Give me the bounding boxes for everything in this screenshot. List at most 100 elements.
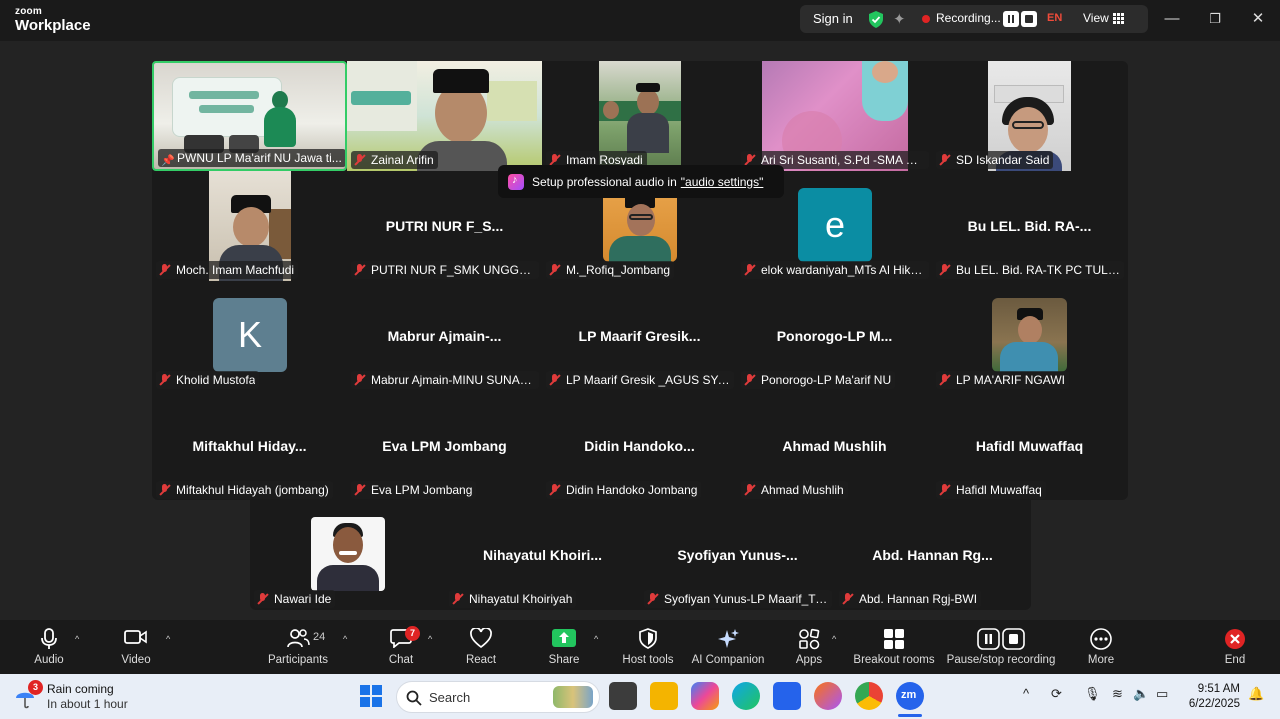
microsoft-store-icon[interactable] xyxy=(773,682,801,710)
participant-tile[interactable]: Eva LPM Jombang Eva LPM Jombang xyxy=(347,391,542,501)
apps-button[interactable]: Apps xyxy=(788,620,830,674)
sync-icon[interactable]: ⟳ xyxy=(1051,686,1062,702)
participant-name-display: Abd. Hannan Rg... xyxy=(872,547,993,563)
participant-label: M._Rofiq_Jombang xyxy=(546,261,675,279)
audio-options-chevron-icon[interactable]: ^ xyxy=(75,634,79,644)
battery-icon[interactable]: ▭ xyxy=(1156,686,1168,702)
video-options-chevron-icon[interactable]: ^ xyxy=(166,634,170,644)
participant-tile[interactable]: Zainal Arifin xyxy=(347,61,542,171)
participant-label: Didin Handoko Jombang xyxy=(546,481,702,499)
participant-tile[interactable]: Didin Handoko... Didin Handoko Jombang xyxy=(542,391,737,501)
host-tools-button[interactable]: Host tools xyxy=(620,620,676,674)
end-meeting-button[interactable]: End xyxy=(1214,620,1256,674)
participant-tile[interactable]: Nawari Ide xyxy=(250,500,445,610)
file-explorer-icon[interactable] xyxy=(650,682,678,710)
restore-icon[interactable]: ❐ xyxy=(1205,10,1225,28)
heart-icon xyxy=(470,628,492,648)
participant-label: Hafidl Muwaffaq xyxy=(936,481,1046,499)
participants-count: 24 xyxy=(313,631,326,643)
participant-label: Ahmad Mushlih xyxy=(741,481,848,499)
taskbar-search-box[interactable]: Search xyxy=(396,681,600,713)
participant-label: LP Maarif Gresik _AGUS SYAM... xyxy=(546,371,734,389)
end-call-icon xyxy=(1225,629,1245,649)
participant-label: SD Iskandar Said xyxy=(936,151,1054,169)
language-button[interactable]: EN xyxy=(1047,12,1062,24)
recording-status[interactable]: Recording... xyxy=(936,11,1001,25)
share-options-chevron-icon[interactable]: ^ xyxy=(594,634,598,644)
mic-muted-icon xyxy=(354,154,366,166)
participant-tile[interactable]: Syofiyan Yunus-... Syofiyan Yunus-LP Maa… xyxy=(640,500,835,610)
participant-tile[interactable]: Hafidl Muwaffaq Hafidl Muwaffaq xyxy=(932,391,1127,501)
pause-stop-recording-button[interactable]: Pause/stop recording xyxy=(946,620,1056,674)
react-button[interactable]: React xyxy=(460,620,502,674)
mic-muted-icon xyxy=(842,593,854,605)
notifications-icon[interactable]: 🔔 xyxy=(1248,686,1264,702)
microphone-tray-icon[interactable]: 🎙 xyxy=(1084,686,1101,702)
participant-tile[interactable]: Moch. Imam Machfudi xyxy=(152,171,347,281)
participant-tile[interactable]: Abd. Hannan Rg... Abd. Hannan Rgj-BWI xyxy=(835,500,1030,610)
pin-icon[interactable]: 📌 xyxy=(161,152,175,167)
windows-start-icon[interactable] xyxy=(359,684,383,708)
view-button[interactable]: View xyxy=(1083,11,1109,25)
participant-tile[interactable]: 📌 PWNU LP Ma'arif NU Jawa ti... xyxy=(152,61,347,171)
encryption-shield-icon[interactable] xyxy=(868,11,884,28)
ai-companion-button[interactable]: AI Companion xyxy=(690,620,766,674)
minimize-icon[interactable]: — xyxy=(1162,10,1182,28)
zoom-app-icon[interactable]: zm xyxy=(896,682,924,710)
audio-button[interactable]: Audio xyxy=(26,620,72,674)
close-icon[interactable]: ✕ xyxy=(1248,10,1268,28)
zoom-window: zoom Workplace Sign in ✦ Recording... EN… xyxy=(0,0,1280,719)
participant-tile[interactable]: Ponorogo-LP M... Ponorogo-LP Ma'arif NU xyxy=(737,281,932,391)
wifi-icon[interactable]: ≋ xyxy=(1112,686,1123,702)
participants-button[interactable]: Participants xyxy=(266,620,330,674)
grid-view-icon[interactable] xyxy=(1113,13,1124,24)
taskbar-clock[interactable]: 9:51 AM 6/22/2025 xyxy=(1186,682,1240,712)
participant-tile[interactable]: SD Iskandar Said xyxy=(932,61,1127,171)
mic-muted-icon xyxy=(744,374,756,386)
participant-tile[interactable]: Miftakhul Hiday... Miftakhul Hidayah (jo… xyxy=(152,391,347,501)
video-feed xyxy=(311,517,385,591)
weather-title: Rain coming xyxy=(47,682,114,696)
participants-options-chevron-icon[interactable]: ^ xyxy=(343,634,347,644)
search-highlight-image xyxy=(553,686,593,708)
stop-recording-button[interactable] xyxy=(1021,11,1037,27)
participant-tile[interactable]: Ahmad Mushlih Ahmad Mushlih xyxy=(737,391,932,501)
participant-tile[interactable]: LP MA'ARIF NGAWI xyxy=(932,281,1127,391)
chrome-icon[interactable] xyxy=(855,682,883,710)
participant-tile[interactable]: LP Maarif Gresik... LP Maarif Gresik _AG… xyxy=(542,281,737,391)
participant-name-display: PUTRI NUR F_S... xyxy=(385,218,504,234)
participant-tile[interactable]: Bu LEL. Bid. RA-... Bu LEL. Bid. RA-TK P… xyxy=(932,171,1127,281)
host-shield-icon xyxy=(639,628,657,649)
participant-tile[interactable]: K Kholid Mustofa xyxy=(152,281,347,391)
sign-in-button[interactable]: Sign in xyxy=(813,11,853,26)
participant-tile[interactable]: Mabrur Ajmain-... Mabrur Ajmain-MINU SUN… xyxy=(347,281,542,391)
participant-tile[interactable]: Nihayatul Khoiri... Nihayatul Khoiriyah xyxy=(445,500,640,610)
edge-browser-icon[interactable] xyxy=(732,682,760,710)
avatar: e xyxy=(798,188,872,262)
pause-recording-button[interactable] xyxy=(1003,11,1019,27)
task-view-app-icon[interactable] xyxy=(609,682,637,710)
audio-settings-link[interactable]: "audio settings" xyxy=(681,175,764,189)
participant-label: Abd. Hannan Rgj-BWI xyxy=(839,590,982,608)
participant-name-display: Didin Handoko... xyxy=(584,438,695,454)
chat-options-chevron-icon[interactable]: ^ xyxy=(428,634,432,644)
breakout-rooms-button[interactable]: Breakout rooms xyxy=(852,620,936,674)
apps-options-chevron-icon[interactable]: ^ xyxy=(832,634,836,644)
participant-tile[interactable]: Imam Rosyadi xyxy=(542,61,737,171)
more-button[interactable]: More xyxy=(1080,620,1122,674)
participant-name-display: Miftakhul Hiday... xyxy=(192,438,307,454)
video-button[interactable]: Video xyxy=(113,620,159,674)
participant-label: Bu LEL. Bid. RA-TK PC TULUN... xyxy=(936,261,1124,279)
show-hidden-icons-chevron-icon[interactable]: ^ xyxy=(1023,686,1029,701)
share-button[interactable]: Share xyxy=(543,620,585,674)
mic-muted-icon xyxy=(159,374,171,386)
ai-sparkle-icon[interactable]: ✦ xyxy=(893,10,906,28)
speaker-icon[interactable]: 🔈 xyxy=(1133,686,1149,702)
mic-muted-icon xyxy=(939,374,951,386)
copilot-icon[interactable] xyxy=(691,682,719,710)
participant-tile[interactable]: Ari Sri Susanti, S.Pd -SMA W... xyxy=(737,61,932,171)
active-app-indicator xyxy=(898,714,922,717)
video-feed xyxy=(992,298,1067,372)
firefox-icon[interactable] xyxy=(814,682,842,710)
participant-name-display: Bu LEL. Bid. RA-... xyxy=(967,218,1092,234)
